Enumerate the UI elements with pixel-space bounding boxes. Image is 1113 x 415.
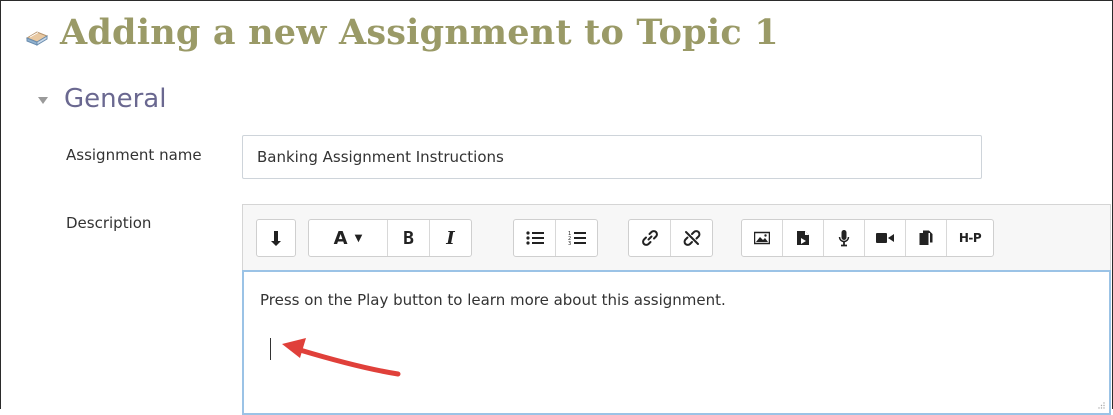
section-title: General (64, 84, 167, 114)
h5p-icon: H-P (958, 231, 982, 245)
collapse-icon (271, 231, 281, 246)
text-style-icon: A (333, 227, 348, 249)
collapse-toolbar-button[interactable] (257, 220, 295, 256)
description-label: Description (66, 214, 152, 232)
insert-image-button[interactable] (742, 220, 783, 256)
media-icon (797, 231, 809, 245)
h5p-button[interactable]: H-P (947, 220, 993, 256)
editor-toolbar: A ▼ B I 1 2 3 H-P (242, 204, 1111, 270)
unlink-icon (683, 230, 700, 246)
assignment-name-label: Assignment name (66, 146, 202, 164)
record-audio-button[interactable] (824, 220, 865, 256)
link-icon (641, 230, 658, 246)
caret-down-icon (38, 96, 48, 104)
text-style-button[interactable]: A ▼ (309, 220, 388, 256)
manage-files-button[interactable] (906, 220, 947, 256)
link-button[interactable] (629, 220, 671, 256)
page-heading: Adding a new Assignment to Topic 1 (24, 12, 779, 53)
italic-button[interactable]: I (430, 220, 471, 256)
record-video-button[interactable] (865, 220, 906, 256)
page-title: Adding a new Assignment to Topic 1 (60, 12, 779, 53)
unlink-button[interactable] (671, 220, 712, 256)
section-general-toggle[interactable]: General (38, 84, 166, 114)
toolbar-group-text: A ▼ B I (308, 219, 472, 257)
unordered-list-button[interactable] (514, 220, 556, 256)
annotation-arrow-icon (282, 338, 401, 377)
assignment-name-value: Banking Assignment Instructions (257, 148, 504, 166)
italic-icon: I (446, 227, 455, 249)
toolbar-group-media: H-P (741, 219, 994, 257)
image-icon (754, 231, 770, 245)
ordered-list-button[interactable]: 1 2 3 (556, 220, 597, 256)
svg-text:3: 3 (568, 241, 571, 246)
bold-button[interactable]: B (388, 220, 430, 256)
toolbar-group-lists: 1 2 3 (513, 219, 598, 257)
insert-media-button[interactable] (783, 220, 824, 256)
toolbar-group-links (628, 219, 713, 257)
assignment-name-input[interactable]: Banking Assignment Instructions (242, 135, 982, 179)
chevron-down-icon: ▼ (354, 232, 363, 244)
ordered-list-icon: 1 2 3 (568, 231, 586, 246)
assignment-icon (25, 30, 49, 46)
manage-files-icon (919, 230, 933, 245)
record-audio-icon (838, 230, 850, 247)
resize-handle-icon[interactable] (1097, 401, 1105, 409)
toolbar-group-collapse (256, 219, 296, 257)
editor-content: Press on the Play button to learn more a… (260, 291, 726, 309)
bold-icon: B (403, 227, 414, 249)
unordered-list-icon (525, 231, 544, 245)
record-video-icon (876, 233, 894, 243)
